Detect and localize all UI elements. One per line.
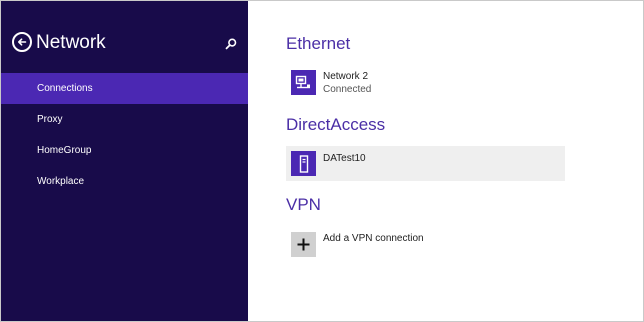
window: Network Connections Proxy HomeGroup Work…: [0, 0, 644, 322]
sidebar-item-homegroup[interactable]: HomeGroup: [1, 135, 248, 166]
add-vpn-label: Add a VPN connection: [323, 233, 424, 244]
main-content: Ethernet Network 2 Connected DirectAcces…: [248, 1, 643, 321]
sidebar-item-connections[interactable]: Connections: [1, 73, 248, 104]
back-button[interactable]: [12, 32, 32, 52]
ethernet-item-status: Connected: [323, 84, 372, 95]
sidebar-item-workplace[interactable]: Workplace: [1, 166, 248, 197]
computer-tower-icon: [291, 151, 316, 176]
search-icon[interactable]: [224, 37, 238, 51]
ethernet-connection-item[interactable]: Network 2 Connected: [286, 65, 566, 99]
sidebar-item-proxy[interactable]: Proxy: [1, 104, 248, 135]
back-arrow-icon: [18, 38, 27, 46]
vpn-heading: VPN: [286, 195, 321, 214]
directaccess-heading: DirectAccess: [286, 115, 386, 134]
ethernet-item-name: Network 2: [323, 71, 369, 82]
directaccess-item-name: DATest10: [323, 153, 366, 164]
sidebar: Network Connections Proxy HomeGroup Work…: [1, 1, 248, 321]
add-vpn-connection-button[interactable]: Add a VPN connection: [286, 227, 566, 261]
network-adapter-icon: [291, 70, 316, 95]
ethernet-heading: Ethernet: [286, 34, 351, 53]
directaccess-connection-item[interactable]: DATest10: [286, 146, 565, 181]
sidebar-title: Network: [36, 32, 106, 53]
plus-icon: [291, 232, 316, 257]
